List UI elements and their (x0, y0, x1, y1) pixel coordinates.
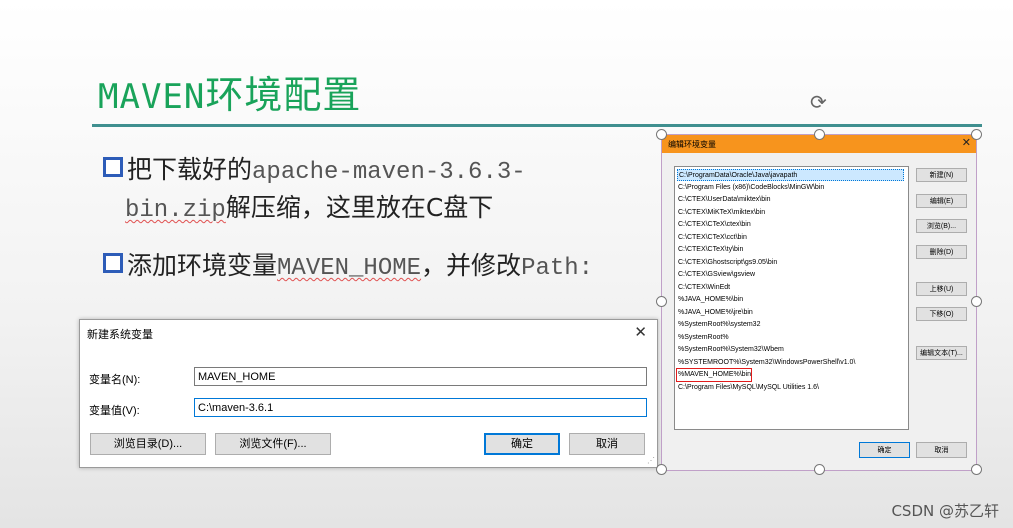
title-latin: MAVEN (98, 77, 206, 117)
browse-button[interactable]: 浏览(B)... (916, 219, 967, 233)
bullet-2-text-d: Path: (521, 255, 594, 282)
edit-environment-variable-dialog: 编辑环境变量 ✕ C:\ProgramData\Oracle\Java\java… (661, 134, 977, 471)
path-list[interactable]: C:\ProgramData\Oracle\Java\javapath C:\P… (674, 166, 909, 430)
variable-name-label: 变量名(N): (89, 374, 141, 386)
browse-directory-button[interactable]: 浏览目录(D)... (90, 433, 206, 455)
list-item[interactable]: C:\CTEX\CTeX\cct\bin (677, 232, 747, 244)
bullet-1-text-d: 解压缩，这里放在C盘下 (225, 193, 494, 222)
list-item[interactable]: %SYSTEMROOT%\System32\WindowsPowerShell\… (677, 357, 855, 369)
bullet-1-line-2: bin.zip解压缩，这里放在C盘下 (125, 188, 493, 224)
cancel-button[interactable]: 取消 (916, 442, 967, 458)
list-item[interactable]: %SystemRoot%\System32\Wbem (677, 344, 784, 356)
list-item[interactable]: C:\Program Files (x86)\CodeBlocks\MinGW\… (677, 182, 824, 194)
bullet-1-text-a: 把下载好的 (127, 155, 253, 184)
list-item-maven-highlighted[interactable]: %MAVEN_HOME%\bin (675, 368, 753, 382)
resize-handle[interactable] (971, 464, 982, 475)
list-item[interactable]: C:\CTEX\UserData\miktex\bin (677, 194, 771, 206)
bullet-2-text-a: 添加环境变量 (127, 251, 278, 280)
dialog-title: 编辑环境变量 (668, 140, 716, 149)
list-item[interactable]: C:\CTEX\CTeX\ty\bin (677, 244, 743, 256)
edit-button[interactable]: 编辑(E) (916, 194, 967, 208)
edit-text-button[interactable]: 编辑文本(T)... (916, 346, 967, 360)
move-down-button[interactable]: 下移(O) (916, 307, 967, 321)
list-item[interactable]: %SystemRoot%\system32 (677, 319, 760, 331)
list-item[interactable]: C:\CTEX\MiKTeX\miktex\bin (677, 207, 765, 219)
bullet-2-text-c: ，并修改 (421, 251, 522, 280)
bullet-1-text-b: apache-maven-3.6.3- (252, 159, 526, 186)
variable-value-input[interactable]: C:\maven-3.6.1 (194, 398, 647, 417)
list-item[interactable]: C:\CTEX\CTeX\ctex\bin (677, 219, 751, 231)
new-button[interactable]: 新建(N) (916, 168, 967, 182)
variable-value-label: 变量值(V): (89, 405, 140, 417)
title-divider (92, 124, 982, 127)
list-item[interactable]: C:\ProgramData\Oracle\Java\javapath (677, 169, 904, 181)
list-item[interactable]: C:\Program Files\MySQL\MySQL Utilities 1… (677, 382, 819, 394)
cancel-button[interactable]: 取消 (569, 433, 645, 455)
variable-name-input[interactable]: MAVEN_HOME (194, 367, 647, 386)
dialog-titlebar[interactable]: 新建系统变量 ✕ (80, 320, 657, 346)
move-up-button[interactable]: 上移(U) (916, 282, 967, 296)
resize-handle[interactable] (814, 129, 825, 140)
close-icon[interactable]: ✕ (634, 323, 647, 341)
bullet-square-icon (103, 253, 123, 273)
bullet-2-text-b: MAVEN_HOME (277, 255, 422, 282)
resize-handle[interactable] (656, 129, 667, 140)
delete-button[interactable]: 删除(D) (916, 245, 967, 259)
resize-handle[interactable] (971, 129, 982, 140)
new-system-variable-dialog: 新建系统变量 ✕ 变量名(N): MAVEN_HOME 变量值(V): C:\m… (79, 319, 658, 468)
list-item[interactable]: %SystemRoot% (677, 332, 729, 344)
rotate-handle-icon[interactable]: ⟳ (810, 90, 827, 114)
bullet-1-line-1: 把下载好的apache-maven-3.6.3- (103, 150, 526, 186)
list-item[interactable]: C:\CTEX\WinEdt (677, 282, 730, 294)
close-icon[interactable]: ✕ (962, 136, 971, 149)
resize-grip-icon[interactable]: ⋰ (647, 456, 655, 465)
dialog-title: 新建系统变量 (87, 329, 153, 341)
list-item[interactable]: C:\CTEX\GSview\gsview (677, 269, 755, 281)
browse-file-button[interactable]: 浏览文件(F)... (215, 433, 331, 455)
resize-handle[interactable] (656, 464, 667, 475)
watermark: CSDN @苏乙轩 (891, 502, 999, 520)
resize-handle[interactable] (814, 464, 825, 475)
list-item[interactable]: %JAVA_HOME%\jre\bin (677, 307, 753, 319)
ok-button[interactable]: 确定 (484, 433, 560, 455)
resize-handle[interactable] (656, 296, 667, 307)
bullet-square-icon (103, 157, 123, 177)
ok-button[interactable]: 确定 (859, 442, 910, 458)
title-cjk: 环境配置 (205, 73, 362, 117)
bullet-1-text-c: bin.zip (125, 197, 226, 224)
list-item[interactable]: C:\CTEX\Ghostscript\gs9.05\bin (677, 257, 777, 269)
list-item[interactable]: %JAVA_HOME%\bin (677, 294, 743, 306)
bullet-2: 添加环境变量MAVEN_HOME，并修改Path: (103, 246, 593, 282)
slide-title: MAVEN环境配置 (98, 64, 361, 119)
resize-handle[interactable] (971, 296, 982, 307)
